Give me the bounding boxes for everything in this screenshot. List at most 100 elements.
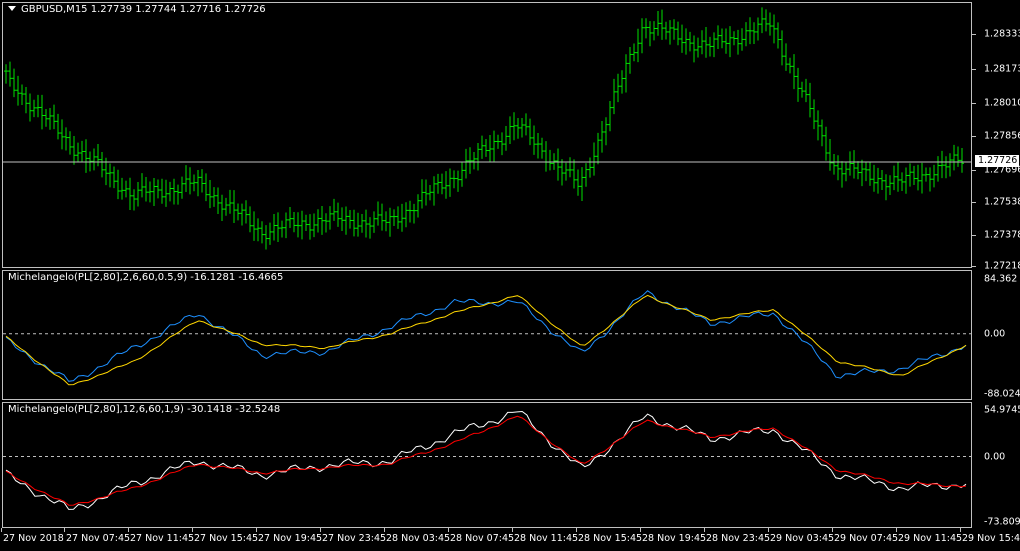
price-bar <box>316 209 320 233</box>
price-bar <box>824 126 828 161</box>
price-bar <box>556 148 560 181</box>
time-tick <box>896 528 897 532</box>
price-bar <box>56 113 60 140</box>
ind2-zero-label: 0.00 <box>984 451 1006 463</box>
price-bar <box>704 27 708 58</box>
price-bar <box>756 17 760 41</box>
price-bar <box>184 165 188 193</box>
indicator-series-line <box>5 294 967 386</box>
price-bar <box>536 133 540 159</box>
price-bar <box>8 61 12 87</box>
price-bar <box>940 150 944 179</box>
price-bar <box>200 169 204 193</box>
price-bar <box>464 148 468 179</box>
time-tick <box>640 528 641 532</box>
indicator2-axis: 54.9745 0.00 -73.8094 <box>972 402 1020 528</box>
price-bar <box>628 47 632 74</box>
price-bar <box>648 21 652 47</box>
price-bar <box>64 127 68 151</box>
indicator1-lines <box>3 290 971 386</box>
price-bar <box>40 94 44 130</box>
price-bar <box>48 108 52 130</box>
price-bar <box>168 181 172 202</box>
ind1-bottom-label: -88.0241 <box>984 388 1020 400</box>
price-bar <box>284 212 288 239</box>
price-bar <box>684 28 688 55</box>
price-bar <box>256 218 260 242</box>
price-bar <box>548 149 552 171</box>
price-bar <box>100 152 104 178</box>
price-bar <box>28 93 32 122</box>
price-bar <box>564 162 568 181</box>
price-bar <box>336 202 340 227</box>
price-bar <box>816 110 820 141</box>
price-bar <box>532 125 536 155</box>
price-bar <box>352 209 356 237</box>
price-bar <box>24 87 28 114</box>
price-bar <box>908 163 912 187</box>
price-bar <box>596 132 600 165</box>
price-bar <box>180 176 184 199</box>
price-bar <box>296 212 300 238</box>
price-bar <box>468 147 472 174</box>
time-tick <box>448 528 449 532</box>
price-bar <box>784 43 788 71</box>
price-tick <box>972 69 976 70</box>
time-label: 28 Nov 23:45 <box>706 533 771 544</box>
time-tick <box>256 528 257 532</box>
price-bar <box>212 187 216 207</box>
price-bar <box>584 163 588 187</box>
price-bar <box>208 180 212 209</box>
time-axis: 27 Nov 2018 27 Nov 07:45 27 Nov 11:45 27 No… <box>0 528 1020 551</box>
price-bar <box>344 206 348 235</box>
indicator2-pane[interactable]: Michelangelo(PL[2,80],12,6,60,1,9) -30.1… <box>2 402 972 528</box>
price-bar <box>476 142 480 171</box>
time-label: 28 Nov 19:45 <box>642 533 707 544</box>
price-tick <box>972 202 976 203</box>
price-label: 1.27538 <box>984 196 1020 208</box>
indicator1-pane[interactable]: Michelangelo(PL[2,80],2,6,60,0.5,9) -16.… <box>2 270 972 400</box>
price-bar <box>96 144 100 167</box>
price-bar <box>420 179 424 209</box>
price-bar <box>360 214 364 233</box>
price-bar <box>844 162 848 182</box>
price-bar <box>384 211 388 232</box>
price-bar <box>408 200 412 223</box>
price-bar <box>672 19 676 40</box>
price-bar <box>436 173 440 194</box>
price-bar <box>416 194 420 218</box>
time-label: 28 Nov 03:45 <box>386 533 451 544</box>
dropdown-arrow-icon[interactable] <box>8 6 16 11</box>
price-bar <box>80 140 84 162</box>
price-bar <box>780 30 784 66</box>
price-bar <box>660 9 664 40</box>
price-bar <box>960 148 964 173</box>
price-bar <box>592 142 596 176</box>
time-label: 27 Nov 23:45 <box>322 533 387 544</box>
time-label: 29 Nov 11:45 <box>898 533 963 544</box>
price-bar <box>840 161 844 188</box>
indicator1-title: Michelangelo(PL[2,80],2,6,60,0.5,9) -16.… <box>8 272 284 283</box>
ind2-top-label: 54.9745 <box>984 404 1020 416</box>
price-bar <box>620 70 624 94</box>
price-bar <box>176 184 180 205</box>
price-bar <box>52 104 56 130</box>
price-bar <box>456 170 460 192</box>
price-bar <box>264 225 268 250</box>
time-tick <box>1 528 2 532</box>
price-bar <box>356 212 360 237</box>
price-bar <box>472 151 476 170</box>
price-bar <box>588 157 592 178</box>
price-bar <box>688 31 692 52</box>
time-tick <box>960 528 961 532</box>
ind1-zero-label: 0.00 <box>984 328 1006 340</box>
time-tick <box>384 528 385 532</box>
time-label: 27 Nov 15:45 <box>194 533 259 544</box>
indicator2-title: Michelangelo(PL[2,80],12,6,60,1,9) -30.1… <box>8 404 281 415</box>
price-bar <box>936 156 940 182</box>
price-bar <box>32 99 36 118</box>
time-tick <box>768 528 769 532</box>
time-label: 27 Nov 07:45 <box>66 533 131 544</box>
price-bar <box>612 78 616 115</box>
price-chart-pane[interactable]: GBPUSD,M15 1.27739 1.27744 1.27716 1.277… <box>2 2 972 268</box>
